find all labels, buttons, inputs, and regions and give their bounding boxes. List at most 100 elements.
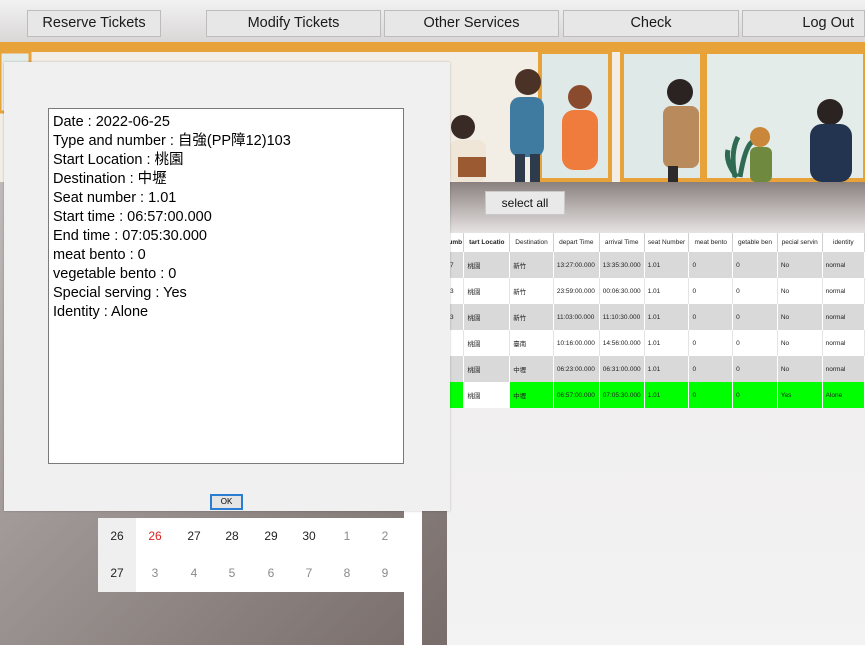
table-cell: No <box>777 278 823 304</box>
table-cell: 1.01 <box>644 252 690 278</box>
table-cell: 23:59:00.000 <box>553 278 600 304</box>
detail-line-seat: Seat number : 1.01 <box>53 190 177 206</box>
ticket-detail-dialog: Date : 2022-06-25 Type and number : 自強(P… <box>4 62 450 511</box>
table-cell: 14:56:00.000 <box>599 330 645 356</box>
calendar-day[interactable]: 8 <box>328 555 366 592</box>
col-header-meat-bento[interactable]: meat bento <box>688 233 734 252</box>
ticket-table: umb tart Locatio Destination depart Time… <box>447 233 865 408</box>
detail-line-start-location: Start Location : 桃園 <box>53 152 184 168</box>
table-cell: 10:16:00.000 <box>553 330 600 356</box>
table-row[interactable]: 7 桃園 新竹 13:27:00.000 13:35:30.000 1.01 0… <box>447 252 865 278</box>
log-out-button[interactable]: Log Out <box>742 10 865 37</box>
table-cell: 1.01 <box>644 304 690 330</box>
table-cell: 06:31:00.000 <box>599 356 645 382</box>
detail-line-special-serving: Special serving : Yes <box>53 285 187 301</box>
col-header-identity[interactable]: identity <box>822 233 865 252</box>
calendar-day[interactable]: 5 <box>213 555 251 592</box>
calendar-week-number: 26 <box>98 518 136 555</box>
col-header-depart-time[interactable]: depart Time <box>553 233 600 252</box>
detail-line-identity: Identity : Alone <box>53 304 149 320</box>
table-cell: 0 <box>688 278 734 304</box>
calendar-day[interactable]: 2 <box>366 518 404 555</box>
table-cell: 13:27:00.000 <box>553 252 600 278</box>
calendar-day[interactable]: 7 <box>290 555 328 592</box>
table-row[interactable]: 桃園 中壢 06:23:00.000 06:31:00.000 1.01 0 0… <box>447 356 865 382</box>
calendar-day[interactable]: 28 <box>213 518 251 555</box>
calendar-side-strip <box>404 510 422 645</box>
calendar-day[interactable]: 6 <box>252 555 290 592</box>
detail-line-start-time: Start time : 06:57:00.000 <box>53 209 212 225</box>
detail-line-end-time: End time : 07:05:30.000 <box>53 228 207 244</box>
table-cell: 0 <box>688 304 734 330</box>
calendar-day[interactable]: 4 <box>175 555 213 592</box>
table-cell: No <box>777 304 823 330</box>
table-cell: normal <box>822 304 865 330</box>
detail-line-meat-bento: meat bento : 0 <box>53 247 146 263</box>
table-row-selected[interactable]: 桃園 中壢 06:57:00.000 07:05:30.000 1.01 0 0… <box>447 382 865 408</box>
reserve-tickets-button[interactable]: Reserve Tickets <box>27 10 161 37</box>
top-nav: Reserve Tickets Modify Tickets Other Ser… <box>0 0 865 42</box>
table-cell: Alone <box>822 382 865 408</box>
table-cell: 桃園 <box>463 252 511 278</box>
table-cell: 0 <box>732 304 778 330</box>
table-cell: 新竹 <box>509 252 554 278</box>
table-row[interactable]: 桃園 臺南 10:16:00.000 14:56:00.000 1.01 0 0… <box>447 330 865 356</box>
table-cell: 0 <box>732 278 778 304</box>
calendar: 26 26 27 28 29 30 1 2 27 3 4 5 6 7 8 9 <box>98 518 404 592</box>
calendar-day[interactable]: 27 <box>175 518 213 555</box>
table-cell: 新竹 <box>509 278 554 304</box>
check-button[interactable]: Check <box>563 10 739 37</box>
table-cell: 1.01 <box>644 278 690 304</box>
table-cell: 0 <box>688 356 734 382</box>
select-all-button[interactable]: select all <box>485 191 565 215</box>
table-cell: 桃園 <box>463 278 511 304</box>
table-cell: 0 <box>732 330 778 356</box>
col-header-arrival-time[interactable]: arrival Time <box>599 233 645 252</box>
other-services-button[interactable]: Other Services <box>384 10 559 37</box>
calendar-day[interactable]: 9 <box>366 555 404 592</box>
table-cell: 1.01 <box>644 330 690 356</box>
table-row[interactable]: 3 桃園 新竹 11:03:00.000 11:10:30.000 1.01 0… <box>447 304 865 330</box>
table-cell: 0 <box>732 356 778 382</box>
modify-tickets-button[interactable]: Modify Tickets <box>206 10 381 37</box>
detail-line-vegetable-bento: vegetable bento : 0 <box>53 266 177 282</box>
col-header-seat-number[interactable]: seat Number <box>644 233 690 252</box>
table-cell: 1.01 <box>644 356 690 382</box>
table-cell: Yes <box>777 382 823 408</box>
table-cell: normal <box>822 356 865 382</box>
col-header-start-location[interactable]: tart Locatio <box>463 233 511 252</box>
col-header-vegetable-bento[interactable]: getable ben <box>732 233 778 252</box>
detail-line-date: Date : 2022-06-25 <box>53 114 170 130</box>
table-cell: No <box>777 252 823 278</box>
table-cell: 00:06:30.000 <box>599 278 645 304</box>
table-cell: 11:03:00.000 <box>553 304 600 330</box>
calendar-day[interactable]: 26 <box>136 518 174 555</box>
table-header-row: umb tart Locatio Destination depart Time… <box>447 233 865 252</box>
col-header-destination[interactable]: Destination <box>509 233 554 252</box>
table-cell: normal <box>822 330 865 356</box>
table-cell: 臺南 <box>509 330 554 356</box>
calendar-day[interactable]: 30 <box>290 518 328 555</box>
table-cell: No <box>777 356 823 382</box>
calendar-day[interactable]: 3 <box>136 555 174 592</box>
calendar-day[interactable]: 29 <box>252 518 290 555</box>
table-cell: 0 <box>732 382 778 408</box>
table-row[interactable]: 3 桃園 新竹 23:59:00.000 00:06:30.000 1.01 0… <box>447 278 865 304</box>
table-cell: 0 <box>732 252 778 278</box>
calendar-day[interactable]: 1 <box>328 518 366 555</box>
table-cell: 中壢 <box>509 382 554 408</box>
col-header-special-serving[interactable]: pecial servin <box>777 233 823 252</box>
table-cell: No <box>777 330 823 356</box>
table-cell: 0 <box>688 330 734 356</box>
table-cell: 桃園 <box>463 382 511 408</box>
table-cell: normal <box>822 252 865 278</box>
table-cell: 0 <box>688 252 734 278</box>
detail-line-destination: Destination : 中壢 <box>53 171 167 187</box>
calendar-week-number: 27 <box>98 555 136 592</box>
table-cell: 07:05:30.000 <box>599 382 645 408</box>
detail-line-type: Type and number : 自強(PP障12)103 <box>53 133 291 149</box>
table-cell: 06:57:00.000 <box>553 382 600 408</box>
ok-button[interactable]: OK <box>210 494 243 510</box>
table-cell: 中壢 <box>509 356 554 382</box>
table-cell: 桃園 <box>463 356 511 382</box>
